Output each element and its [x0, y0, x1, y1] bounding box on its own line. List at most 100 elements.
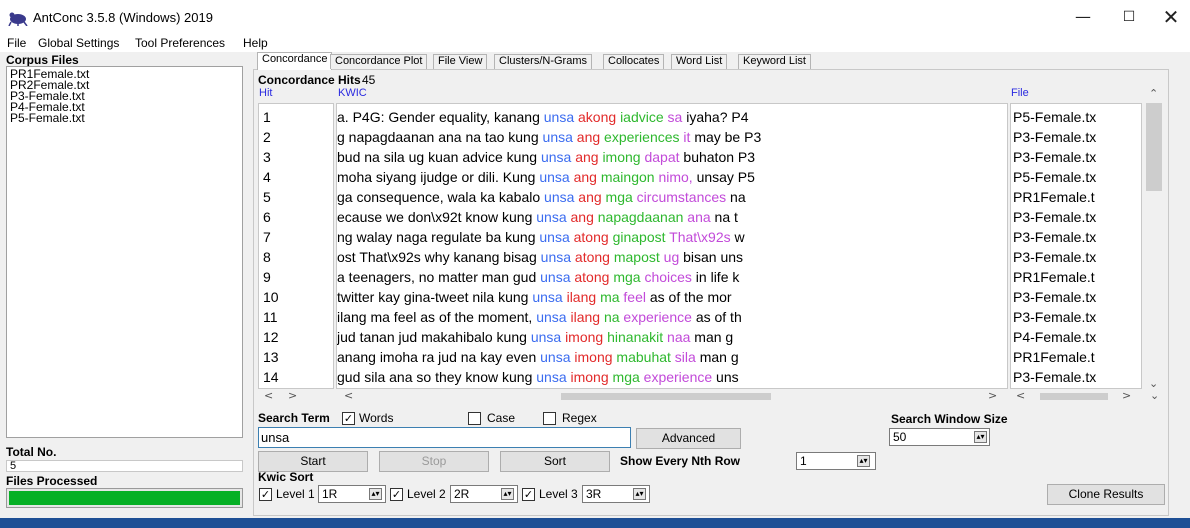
kwic-line[interactable]: moha siyang ijudge or dili. Kung unsa an…	[337, 166, 755, 188]
kwic-line[interactable]: ga consequence, wala ka kabalo unsa ang …	[337, 186, 746, 208]
kwic-line[interactable]: a. P4G: Gender equality, kanang unsa ako…	[337, 106, 749, 128]
file-name[interactable]: P3-Female.tx	[1013, 306, 1096, 328]
file-horizontal-scrollbar[interactable]: < > ⌄	[1010, 389, 1166, 402]
spinner-arrows-icon[interactable]: ▴▾	[857, 455, 870, 467]
search-window-size-spinner[interactable]: 50 ▴▾	[889, 428, 990, 446]
corpus-file-list[interactable]: PR1Female.txt PR2Female.txt P3-Female.tx…	[6, 66, 243, 438]
corpus-file-item[interactable]: P5-Female.txt	[10, 112, 242, 124]
hit-number[interactable]: 9	[263, 266, 271, 288]
scroll-right-arrow-icon[interactable]: >	[288, 389, 297, 402]
sort-button[interactable]: Sort	[500, 451, 610, 472]
tab-clusters-ngrams[interactable]: Clusters/N-Grams	[494, 54, 593, 69]
search-term-input[interactable]: unsa	[258, 427, 631, 448]
kwic-line[interactable]: gud sila ana so they know kung unsa imon…	[337, 366, 739, 388]
tab-keyword-list[interactable]: Keyword List	[738, 54, 811, 69]
file-name[interactable]: P3-Female.tx	[1013, 366, 1096, 388]
spinner-arrows-icon[interactable]: ▴▾	[369, 488, 382, 500]
start-button[interactable]: Start	[258, 451, 368, 472]
kwic-line[interactable]: bud na sila ug kuan advice kung unsa ang…	[337, 146, 755, 168]
tab-collocates[interactable]: Collocates	[603, 54, 665, 69]
menu-file[interactable]: File	[7, 36, 26, 50]
scroll-thumb[interactable]	[1146, 103, 1162, 191]
clone-results-button[interactable]: Clone Results	[1047, 484, 1165, 505]
kwic-line[interactable]: ost That\x92s why kanang bisag unsa aton…	[337, 246, 743, 268]
scroll-right-arrow-icon[interactable]: >	[988, 389, 997, 402]
tab-file-view[interactable]: File View	[433, 54, 488, 69]
menu-global-settings[interactable]: Global Settings	[38, 36, 119, 50]
kwic-line[interactable]: twitter kay gina-tweet nila kung unsa il…	[337, 286, 732, 308]
scroll-left-arrow-icon[interactable]: <	[344, 389, 353, 402]
hit-column-header[interactable]: Hit	[259, 87, 272, 99]
level-3-spinner[interactable]: 3R ▴▾	[582, 485, 650, 503]
kwic-line[interactable]: ecause we don\x92t know kung unsa ang na…	[337, 206, 738, 228]
hit-number[interactable]: 7	[263, 226, 271, 248]
scroll-thumb[interactable]	[1040, 393, 1108, 400]
hit-number[interactable]: 1	[263, 106, 271, 128]
hit-number[interactable]: 12	[263, 326, 279, 348]
hit-number-column[interactable]: 1 2 3 4 5 6 7 8 9 10 11 12 13 14	[258, 103, 334, 389]
spinner-arrows-icon[interactable]: ▴▾	[974, 431, 987, 443]
file-name[interactable]: P3-Female.tx	[1013, 126, 1096, 148]
results-vertical-scrollbar[interactable]: ⌃ ⌄	[1142, 87, 1166, 391]
kwic-line[interactable]: anang imoha ra jud na kay even unsa imon…	[337, 346, 739, 368]
file-name[interactable]: P3-Female.tx	[1013, 286, 1096, 308]
file-name[interactable]: P5-Female.tx	[1013, 106, 1096, 128]
hit-number[interactable]: 14	[263, 366, 279, 388]
level-1-spinner[interactable]: 1R ▴▾	[318, 485, 386, 503]
kwic-results-column[interactable]: a. P4G: Gender equality, kanang unsa ako…	[336, 103, 1008, 389]
minimize-button[interactable]: —	[1060, 0, 1106, 36]
hit-number[interactable]: 11	[263, 306, 278, 328]
scroll-thumb[interactable]	[561, 393, 771, 400]
close-button[interactable]: ✕	[1148, 0, 1190, 36]
file-name-column[interactable]: P5-Female.tx P3-Female.tx P3-Female.tx P5-F…	[1010, 103, 1142, 389]
kwic-line[interactable]: ilang ma feel as of the moment, unsa ila…	[337, 306, 742, 328]
hit-number[interactable]: 13	[263, 346, 279, 368]
menu-help[interactable]: Help	[243, 36, 268, 50]
file-name[interactable]: PR1Female.t	[1013, 186, 1095, 208]
hit-horizontal-scrollbar[interactable]: < >	[258, 389, 334, 402]
file-name[interactable]: P3-Female.tx	[1013, 206, 1096, 228]
tab-word-list[interactable]: Word List	[671, 54, 728, 69]
hit-number[interactable]: 2	[263, 126, 271, 148]
hit-number[interactable]: 10	[263, 286, 279, 308]
scroll-up-arrow-icon[interactable]: ⌃	[1149, 87, 1158, 100]
hit-number[interactable]: 3	[263, 146, 271, 168]
hit-number[interactable]: 6	[263, 206, 271, 228]
file-name[interactable]: P3-Female.tx	[1013, 226, 1096, 248]
nth-row-spinner[interactable]: 1 ▴▾	[796, 452, 876, 470]
words-checkbox[interactable]: ✓	[342, 412, 355, 425]
kwic-line[interactable]: ng walay naga regulate ba kung unsa aton…	[337, 226, 745, 248]
file-column-header[interactable]: File	[1011, 87, 1029, 99]
scroll-down-arrow-icon[interactable]: ⌄	[1150, 389, 1159, 402]
menu-tool-preferences[interactable]: Tool Preferences	[135, 36, 225, 50]
scroll-left-arrow-icon[interactable]: <	[264, 389, 273, 402]
hit-number[interactable]: 4	[263, 166, 271, 188]
regex-checkbox[interactable]	[543, 412, 556, 425]
level-1-checkbox[interactable]: ✓	[259, 488, 272, 501]
case-checkbox[interactable]	[468, 412, 481, 425]
file-name[interactable]: P5-Female.tx	[1013, 166, 1096, 188]
level-2-spinner[interactable]: 2R ▴▾	[450, 485, 518, 503]
level-2-checkbox[interactable]: ✓	[390, 488, 403, 501]
hit-number[interactable]: 5	[263, 186, 271, 208]
file-name[interactable]: P3-Female.tx	[1013, 146, 1096, 168]
level-3-checkbox[interactable]: ✓	[522, 488, 535, 501]
hit-number[interactable]: 8	[263, 246, 271, 268]
file-name[interactable]: PR1Female.t	[1013, 346, 1095, 368]
advanced-button[interactable]: Advanced	[636, 428, 741, 449]
kwic-horizontal-scrollbar[interactable]: < >	[336, 389, 1008, 402]
stop-button[interactable]: Stop	[379, 451, 489, 472]
maximize-button[interactable]: ☐	[1106, 0, 1152, 36]
scroll-left-arrow-icon[interactable]: <	[1016, 389, 1025, 402]
file-name[interactable]: P3-Female.tx	[1013, 246, 1096, 268]
scroll-right-arrow-icon[interactable]: >	[1122, 389, 1131, 402]
tab-concordance-plot[interactable]: Concordance Plot	[330, 54, 428, 69]
kwic-line[interactable]: g napagdaanan ana na tao kung unsa ang e…	[337, 126, 761, 148]
file-name[interactable]: PR1Female.t	[1013, 266, 1095, 288]
file-name[interactable]: P4-Female.tx	[1013, 326, 1096, 348]
spinner-arrows-icon[interactable]: ▴▾	[501, 488, 514, 500]
kwic-line[interactable]: a teenagers, no matter man gud unsa aton…	[337, 266, 739, 288]
kwic-column-header[interactable]: KWIC	[338, 87, 367, 99]
spinner-arrows-icon[interactable]: ▴▾	[633, 488, 646, 500]
tab-concordance[interactable]: Concordance	[257, 52, 333, 70]
